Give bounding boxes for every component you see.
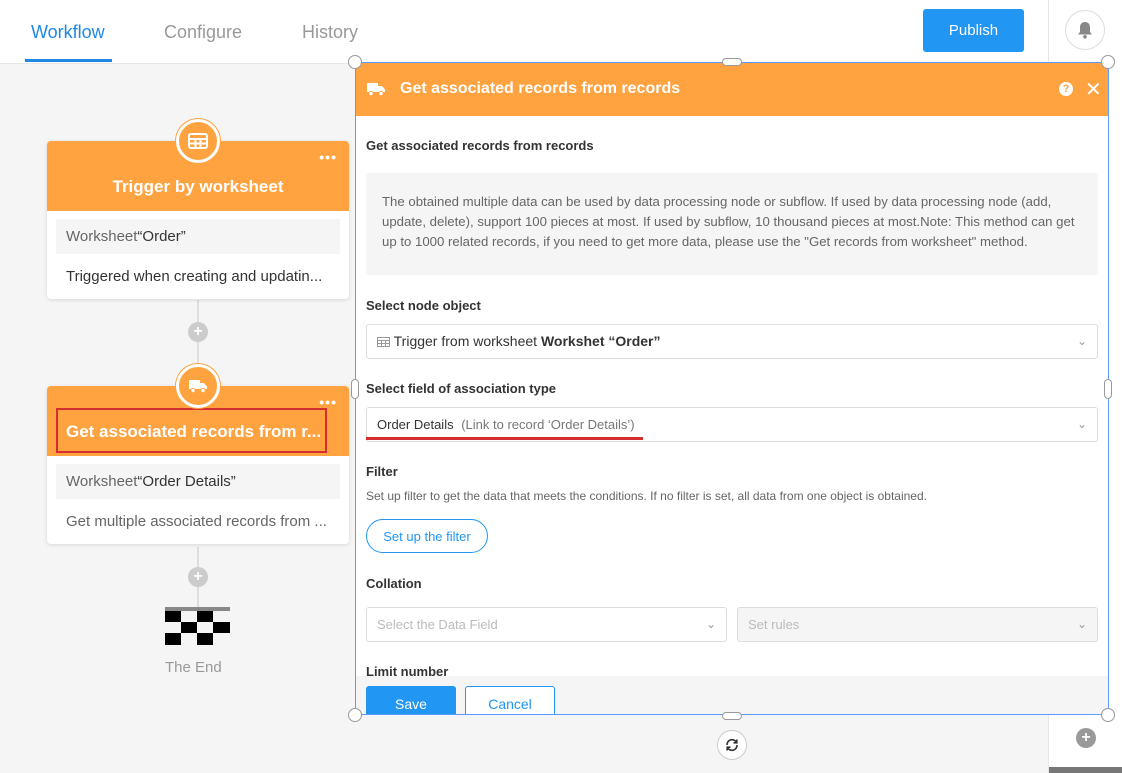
node-object-select[interactable]: Trigger from worksheet Workshet “Order” …	[366, 324, 1098, 359]
add-step-icon[interactable]: +	[188, 567, 208, 587]
notification-bell-icon[interactable]	[1065, 10, 1105, 50]
collation-rules-select[interactable]: Set rules ⌄	[737, 607, 1098, 642]
trigger-node-worksheet: Worksheet“Order”	[56, 219, 340, 254]
close-icon[interactable]: ✕	[1085, 77, 1102, 102]
cancel-button[interactable]: Cancel	[465, 686, 555, 714]
assoc-field-label: Select field of association type	[366, 381, 556, 396]
truck-icon	[366, 82, 386, 101]
node-more-icon[interactable]: •••	[319, 149, 337, 165]
annotation-underline	[366, 437, 643, 440]
chevron-down-icon: ⌄	[705, 617, 716, 631]
save-button[interactable]: Save	[366, 686, 456, 714]
config-panel: Get associated records from records ? ✕ …	[355, 62, 1109, 715]
node-object-label: Select node object	[366, 298, 481, 313]
tab-configure[interactable]: Configure	[164, 22, 242, 43]
collation-field-select[interactable]: Select the Data Field ⌄	[366, 607, 727, 642]
get-records-node-worksheet: Worksheet“Order Details”	[56, 464, 340, 499]
resize-handle[interactable]	[348, 55, 362, 69]
truck-icon	[176, 364, 220, 408]
chevron-down-icon: ⌄	[1076, 617, 1087, 631]
end-flag-icon	[165, 607, 230, 645]
tab-workflow[interactable]: Workflow	[31, 22, 105, 43]
add-step-icon[interactable]: +	[188, 322, 208, 342]
panel-header: Get associated records from records ? ✕	[356, 63, 1108, 116]
get-records-node-description: Get multiple associated records from ...	[66, 513, 327, 530]
resize-handle[interactable]	[1104, 379, 1112, 399]
description-box: The obtained multiple data can be used b…	[366, 173, 1098, 275]
table-icon	[377, 333, 394, 349]
filter-hint: Set up filter to get the data that meets…	[366, 489, 927, 503]
section-title: Get associated records from records	[366, 138, 594, 153]
panel-footer: Save Cancel	[356, 676, 1108, 714]
resize-handle[interactable]	[722, 712, 742, 720]
end-label: The End	[165, 659, 222, 676]
resize-handle[interactable]	[1101, 708, 1115, 722]
set-up-filter-button[interactable]: Set up the filter	[366, 519, 488, 553]
chevron-down-icon: ⌄	[1076, 334, 1087, 348]
get-records-node[interactable]: ••• Get associated records from r... Wor…	[47, 386, 349, 544]
panel-title: Get associated records from records	[400, 80, 681, 97]
active-tab-indicator	[25, 59, 112, 62]
panel-body: Get associated records from records The …	[356, 116, 1108, 679]
trigger-node-title: Trigger by worksheet	[112, 177, 284, 196]
resize-handle[interactable]	[351, 379, 359, 399]
chat-add-icon[interactable]: +	[1076, 728, 1096, 748]
top-nav: Workflow Configure History Publish	[0, 0, 1048, 64]
resize-handle[interactable]	[348, 708, 362, 722]
trigger-node[interactable]: ••• Trigger by worksheet Worksheet“Order…	[47, 141, 349, 299]
selected-highlight	[56, 408, 327, 453]
trigger-node-description: Triggered when creating and updatin...	[66, 268, 323, 285]
filter-label: Filter	[366, 464, 398, 479]
resize-handle[interactable]	[722, 58, 742, 66]
collation-label: Collation	[366, 576, 422, 591]
rotate-icon[interactable]	[717, 730, 747, 760]
publish-button[interactable]: Publish	[923, 9, 1024, 52]
worksheet-table-icon	[176, 119, 220, 163]
tab-history[interactable]: History	[302, 22, 358, 43]
help-icon[interactable]: ?	[1059, 82, 1073, 96]
resize-handle[interactable]	[1101, 55, 1115, 69]
chevron-down-icon: ⌄	[1076, 417, 1087, 431]
rail-scrollbar	[1049, 767, 1122, 773]
